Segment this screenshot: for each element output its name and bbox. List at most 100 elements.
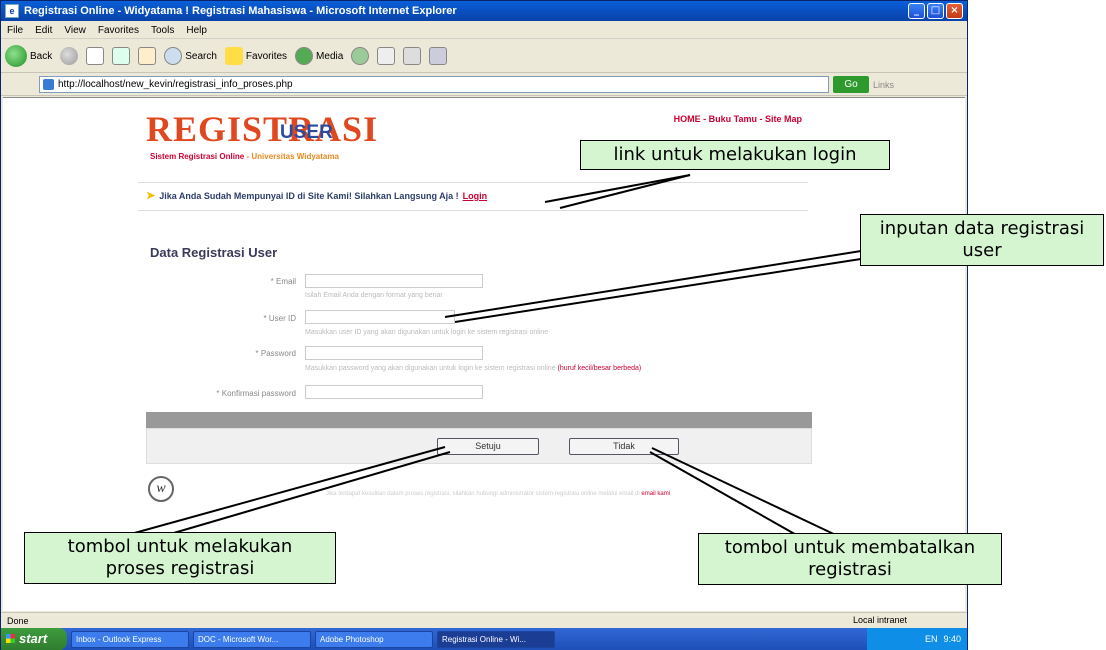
favorites-button[interactable]: Favorites [224, 47, 288, 65]
status-bar: Done Local intranet [1, 612, 967, 628]
password-warning: (huruf kecil/besar berbeda) [557, 365, 642, 372]
callout-submit: tombol untuk melakukan proses registrasi [24, 532, 336, 584]
page-icon [43, 79, 54, 90]
window-title: Registrasi Online - Widyatama ! Registra… [24, 5, 457, 17]
divider [138, 182, 808, 183]
setuju-button[interactable]: Setuju [437, 438, 539, 455]
refresh-icon[interactable] [112, 47, 131, 65]
confirm-password-label: * Konfirmasi password [216, 389, 296, 398]
divider [138, 210, 808, 211]
toolbar: Back Search Favorites Media [1, 40, 967, 73]
search-label: Search [185, 50, 217, 62]
callout-login: link untuk melakukan login [580, 140, 890, 170]
logo-subtitle-main: Sistem Registrasi Online [150, 152, 245, 161]
form-title: Data Registrasi User [150, 245, 278, 260]
callout-cancel-line2: registrasi [808, 559, 892, 580]
menu-help[interactable]: Help [186, 25, 207, 36]
address-url: http://localhost/new_kevin/registrasi_in… [58, 79, 293, 90]
go-button[interactable]: Go [833, 76, 869, 93]
logo-user-text: USER [280, 122, 333, 143]
back-button[interactable]: Back [5, 45, 52, 67]
minimize-button[interactable]: _ [908, 3, 925, 19]
menu-favorites[interactable]: Favorites [98, 25, 139, 36]
form-header-bar [146, 412, 812, 428]
taskbar-item[interactable]: Inbox - Outlook Express [71, 630, 189, 648]
password-input[interactable] [305, 346, 483, 360]
edit-icon[interactable] [429, 47, 448, 65]
widyatama-logo: w [148, 476, 174, 502]
callout-input: inputan data registrasi user [860, 214, 1104, 266]
back-label: Back [30, 50, 53, 62]
menu-file[interactable]: File [7, 25, 23, 36]
clock: 9:40 [943, 634, 961, 644]
home-icon[interactable] [138, 47, 157, 65]
logo-subtitle: Sistem Registrasi Online - Universitas W… [150, 152, 339, 161]
email-label: * Email [270, 277, 296, 286]
address-input[interactable]: http://localhost/new_kevin/registrasi_in… [39, 76, 829, 93]
userid-hint: Masukkan user ID yang akan digunakan unt… [305, 329, 549, 336]
email-hint: Isilah Email Anda dengan format yang ben… [305, 292, 443, 299]
search-icon [164, 47, 183, 65]
callout-input-line1: inputan data registrasi [879, 218, 1085, 239]
forward-button[interactable] [60, 47, 79, 65]
system-tray: EN 9:40 [867, 628, 967, 650]
stop-icon[interactable] [86, 47, 105, 65]
confirm-password-input[interactable] [305, 385, 483, 399]
media-button[interactable]: Media [295, 47, 343, 65]
password-hint-text: Masukkan password yang akan digunakan un… [305, 365, 556, 372]
callout-submit-line2: proses registrasi [105, 558, 255, 579]
ie-icon: e [5, 4, 19, 18]
footer-note-text: Jika terdapat kesulitan dalam proses reg… [325, 491, 640, 497]
favorites-label: Favorites [245, 50, 288, 62]
registrasi-logo: REGISTRASI USER Sistem Registrasi Online… [146, 108, 386, 168]
logo-main-text: REGISTRASI [146, 109, 379, 149]
mail-icon[interactable] [377, 47, 396, 65]
email-input[interactable] [305, 274, 483, 288]
print-icon[interactable] [403, 47, 422, 65]
menu-view[interactable]: View [64, 25, 86, 36]
menu-tools[interactable]: Tools [151, 25, 174, 36]
maximize-button[interactable]: □ [927, 3, 944, 19]
search-button[interactable]: Search [164, 47, 217, 65]
tidak-button[interactable]: Tidak [569, 438, 679, 455]
security-zone: Local intranet [852, 615, 907, 625]
top-nav-links[interactable]: HOME - Buku Tamu - Site Map [674, 114, 802, 124]
links-label[interactable]: Links [873, 80, 894, 90]
taskbar-item[interactable]: Adobe Photoshop [315, 630, 433, 648]
history-icon[interactable] [351, 47, 370, 65]
taskbar-item-active[interactable]: Registrasi Online - Wi... [437, 630, 555, 648]
window-controls: _ □ × [908, 3, 963, 19]
logo-text: REGISTRASI [146, 108, 378, 150]
menu-bar: File Edit View Favorites Tools Help [1, 22, 967, 39]
forward-arrow-icon [60, 47, 79, 65]
taskbar: start Inbox - Outlook Express DOC - Micr… [1, 628, 967, 650]
footer-note: Jika terdapat kesulitan dalam proses reg… [278, 490, 718, 499]
userid-input[interactable] [305, 310, 455, 324]
login-prompt-text: Jika Anda Sudah Mempunyai ID di Site Kam… [159, 190, 459, 201]
callout-submit-line1: tombol untuk melakukan [67, 536, 293, 557]
callout-input-line2: user [962, 240, 1002, 261]
start-button[interactable]: start [1, 628, 67, 650]
media-label: Media [316, 50, 344, 62]
userid-label: * User ID [263, 314, 296, 323]
button-row: Setuju Tidak [146, 428, 812, 464]
address-bar: http://localhost/new_kevin/registrasi_in… [1, 74, 967, 96]
login-link[interactable]: Login [463, 191, 488, 201]
login-prompt-line: ➤ Jika Anda Sudah Mempunyai ID di Site K… [146, 189, 487, 202]
callout-cancel-line1: tombol untuk membatalkan [724, 537, 976, 558]
language-indicator[interactable]: EN [925, 634, 938, 644]
menu-edit[interactable]: Edit [35, 25, 52, 36]
password-hint: Masukkan password yang akan digunakan un… [305, 365, 641, 372]
media-icon [295, 47, 314, 65]
star-icon [224, 47, 243, 65]
taskbar-item[interactable]: DOC - Microsoft Wor... [193, 630, 311, 648]
close-button[interactable]: × [946, 3, 963, 19]
logo-subtitle-univ: - Universitas Widyatama [246, 152, 339, 161]
callout-cancel: tombol untuk membatalkan registrasi [698, 533, 1002, 585]
password-label: * Password [255, 349, 296, 358]
arrow-icon: ➤ [146, 190, 156, 202]
title-bar: e Registrasi Online - Widyatama ! Regist… [1, 1, 967, 21]
back-arrow-icon [5, 45, 27, 67]
status-text: Done [7, 615, 29, 626]
footer-email-link[interactable]: email kami [641, 491, 670, 497]
